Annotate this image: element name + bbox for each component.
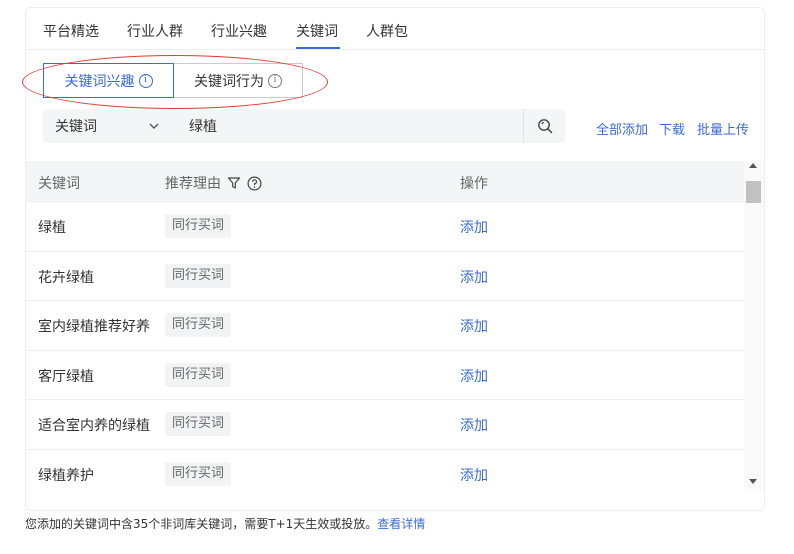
reason-tag: 同行买词 xyxy=(165,461,232,486)
info-icon[interactable]: i xyxy=(138,73,153,88)
subtab-label: 关键词行为 xyxy=(194,73,264,90)
add-keyword-button[interactable]: 添加 xyxy=(460,217,488,237)
subtab-label: 关键词兴趣 xyxy=(64,73,135,90)
reason-tag: 同行买词 xyxy=(165,214,232,238)
keyword-cell: 花卉绿植 xyxy=(38,269,94,286)
add-keyword-button[interactable]: 添加 xyxy=(460,366,488,386)
keyword-cell: 绿植养护 xyxy=(38,467,94,484)
reason-tag: 同行买词 xyxy=(165,412,232,436)
table-row: 室内绿植推荐好养 同行买词 添加 xyxy=(26,301,744,351)
search-icon xyxy=(537,119,552,134)
view-details-link[interactable]: 查看详情 xyxy=(377,517,425,531)
reason-tag: 同行买词 xyxy=(165,362,232,387)
help-icon[interactable] xyxy=(247,175,262,191)
tab-platform-picks[interactable]: 平台精选 xyxy=(43,21,99,41)
add-keyword-button[interactable]: 添加 xyxy=(460,267,488,287)
table-row: 绿植养护 同行买词 添加 xyxy=(26,450,744,492)
keyword-cell: 适合室内养的绿植 xyxy=(38,418,150,434)
tab-keywords[interactable]: 关键词 xyxy=(296,21,338,41)
keyword-cell: 绿植 xyxy=(38,220,66,236)
scroll-thumb[interactable] xyxy=(746,181,761,203)
tab-audience-pack[interactable]: 人群包 xyxy=(366,21,408,41)
keyword-table: 关键词 推荐理由 操作 绿植 同行买词 添加 花卉绿植 同行买词 添加 室内绿植… xyxy=(26,161,764,491)
scroll-up-arrow-icon[interactable] xyxy=(749,163,757,168)
active-tab-indicator xyxy=(296,47,340,49)
column-header-reason-label: 推荐理由 xyxy=(165,176,221,192)
keyword-cell: 客厅绿植 xyxy=(38,368,94,385)
column-header-action: 操作 xyxy=(460,176,488,192)
bulk-upload-link[interactable]: 批量上传 xyxy=(697,119,749,138)
info-icon[interactable]: i xyxy=(268,73,282,88)
table-row: 客厅绿植 同行买词 添加 xyxy=(26,351,744,400)
chevron-down-icon xyxy=(149,123,159,129)
add-keyword-button[interactable]: 添加 xyxy=(460,316,488,336)
search-button[interactable] xyxy=(523,109,565,143)
table-row: 花卉绿植 同行买词 添加 xyxy=(26,252,744,301)
search-input[interactable] xyxy=(189,109,519,143)
table-scrollbar[interactable] xyxy=(744,161,764,491)
reason-tag: 同行买词 xyxy=(165,263,232,288)
footer-notice: 您添加的关键词中含35个非词库关键词，需要T+1天生效或投放。查看详情 xyxy=(25,515,425,532)
filter-icon[interactable] xyxy=(227,176,241,190)
keyword-cell: 室内绿植推荐好养 xyxy=(38,319,150,335)
table-row: 适合室内养的绿植 同行买词 添加 xyxy=(26,400,744,450)
subtab-keyword-interest[interactable]: 关键词兴趣 i xyxy=(43,63,174,98)
search-bar: 关键词 xyxy=(43,109,565,143)
subtab-keyword-behavior[interactable]: 关键词行为 i xyxy=(173,63,303,98)
add-keyword-button[interactable]: 添加 xyxy=(460,465,488,485)
reason-tag: 同行买词 xyxy=(165,313,232,337)
download-link[interactable]: 下载 xyxy=(659,119,685,138)
tab-industry-audience[interactable]: 行业人群 xyxy=(127,21,183,41)
table-row: 绿植 同行买词 添加 xyxy=(26,202,744,252)
category-tabs: 平台精选 行业人群 行业兴趣 关键词 人群包 xyxy=(26,8,764,50)
search-type-select[interactable]: 关键词 xyxy=(43,109,183,143)
column-header-keyword: 关键词 xyxy=(38,176,80,192)
audience-card: 平台精选 行业人群 行业兴趣 关键词 人群包 关键词兴趣 i 关键词行为 i 关… xyxy=(22,7,765,511)
tab-industry-interest[interactable]: 行业兴趣 xyxy=(211,21,267,41)
add-keyword-button[interactable]: 添加 xyxy=(460,415,488,435)
search-type-value: 关键词 xyxy=(55,119,97,135)
add-all-link[interactable]: 全部添加 xyxy=(596,119,648,138)
column-header-reason: 推荐理由 xyxy=(165,173,262,193)
scroll-down-arrow-icon[interactable] xyxy=(749,479,757,484)
footer-notice-text: 您添加的关键词中含35个非词库关键词，需要T+1天生效或投放。 xyxy=(25,517,378,531)
table-header: 关键词 推荐理由 操作 xyxy=(26,161,764,202)
